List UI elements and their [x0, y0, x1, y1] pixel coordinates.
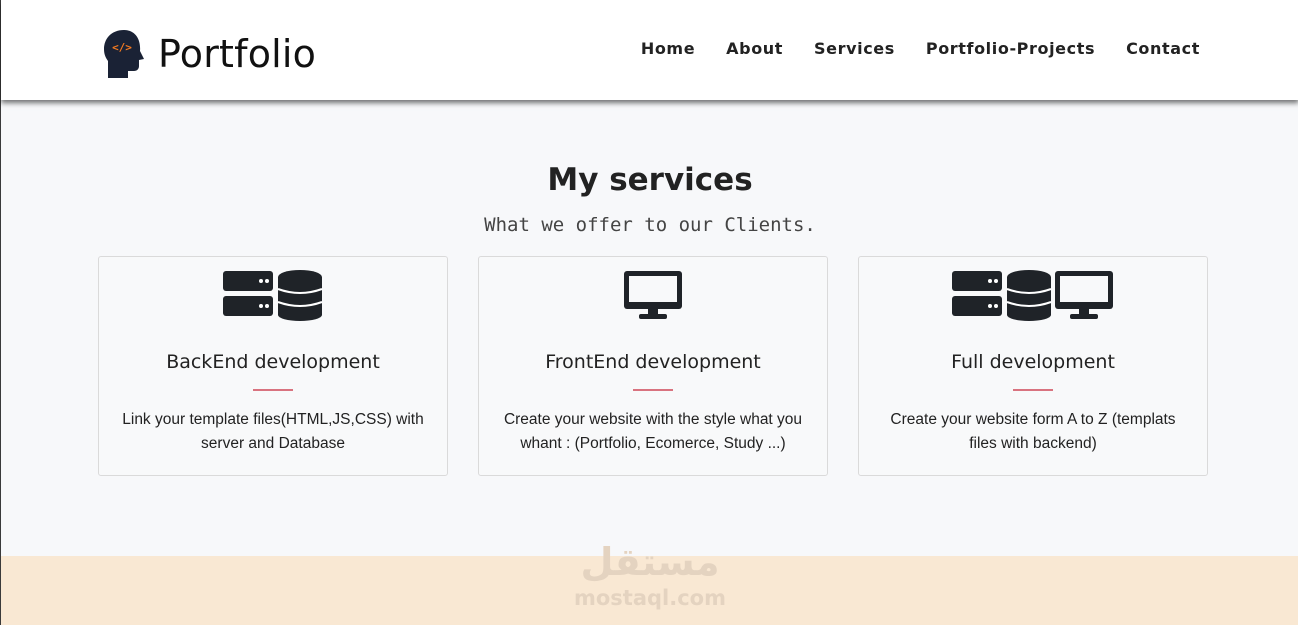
footer-band: مستقل mostaql.com — [1, 540, 1298, 625]
divider — [253, 389, 293, 391]
site-header: </> Portfolio Home About Services Portfo… — [1, 0, 1298, 100]
main-nav: Home About Services Portfolio-Projects C… — [641, 39, 1200, 58]
card-description: Create your website form A to Z (templat… — [890, 411, 1176, 452]
head-code-icon: </> — [104, 30, 144, 78]
server-database-desktop-icon — [859, 269, 1207, 321]
services-section: My services What we offer to our Clients… — [1, 100, 1298, 556]
card-description: Link your template files(HTML,JS,CSS) wi… — [122, 411, 424, 452]
site-title: Portfolio — [158, 32, 317, 76]
divider — [1013, 389, 1053, 391]
card-description: Create your website with the style what … — [503, 411, 803, 452]
service-card-frontend: FrontEnd development Create your website… — [478, 256, 828, 476]
service-card-full: Full development Create your website for… — [858, 256, 1208, 476]
nav-portfolio-projects[interactable]: Portfolio-Projects — [926, 39, 1095, 58]
service-card-backend: BackEnd development Link your template f… — [98, 256, 448, 476]
nav-home[interactable]: Home — [641, 39, 695, 58]
section-title: My services — [547, 162, 753, 198]
brand[interactable]: </> Portfolio — [102, 28, 316, 80]
card-title: Full development — [951, 351, 1115, 373]
card-title: FrontEnd development — [545, 351, 761, 373]
svg-text:</>: </> — [112, 41, 132, 54]
nav-contact[interactable]: Contact — [1126, 39, 1200, 58]
section-subtitle: What we offer to our Clients. — [484, 214, 816, 236]
card-title: BackEnd development — [166, 351, 380, 373]
nav-services[interactable]: Services — [814, 39, 895, 58]
divider — [633, 389, 673, 391]
desktop-icon — [479, 269, 827, 321]
nav-about[interactable]: About — [726, 39, 783, 58]
watermark-latin: mostaql.com — [574, 586, 726, 610]
watermark-arabic: مستقل — [580, 540, 720, 584]
server-database-icon — [99, 269, 447, 321]
